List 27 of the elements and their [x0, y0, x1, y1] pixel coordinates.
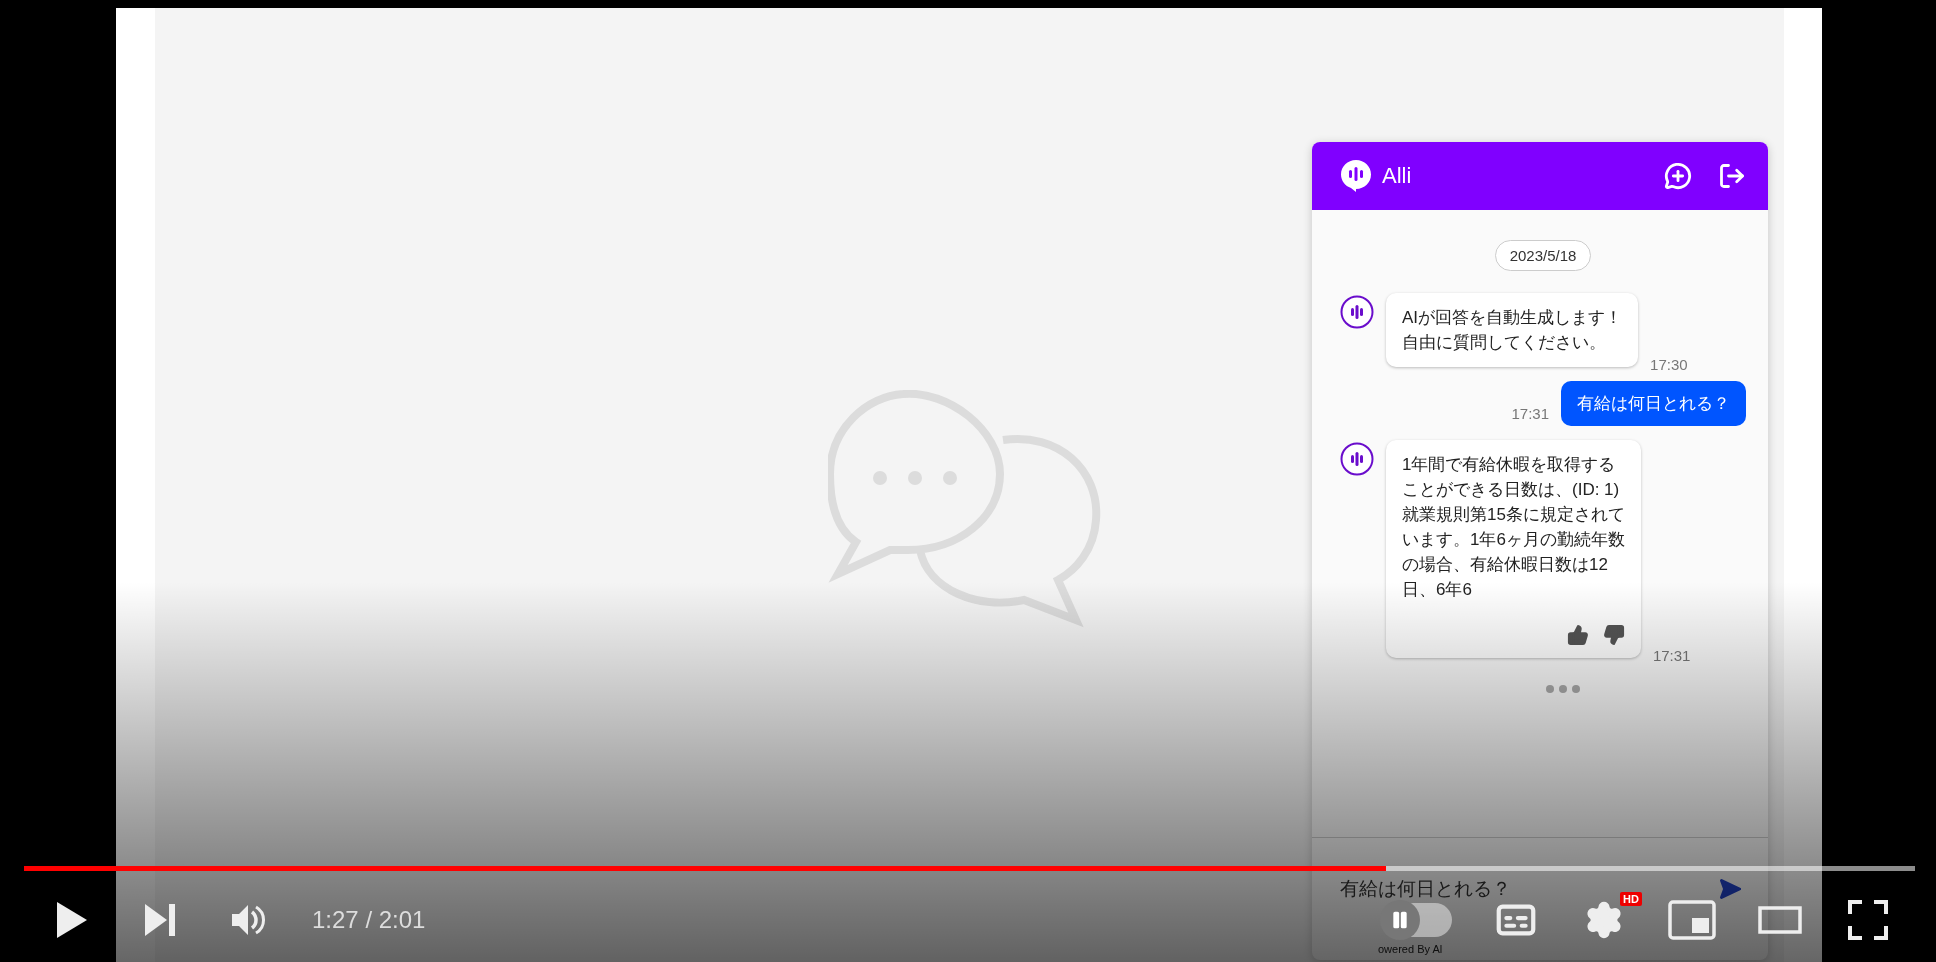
send-icon[interactable] [1718, 877, 1742, 901]
powered-by-text: owered By Al [1378, 943, 1443, 956]
bot-avatar-icon [1340, 295, 1374, 329]
message-text-line: の場合、有給休暇日数は12 [1402, 554, 1609, 576]
exit-icon[interactable] [1718, 162, 1746, 190]
message-text-line: 自由に質問してください。 [1402, 332, 1607, 354]
date-label: 2023/5/18 [1494, 240, 1592, 271]
thumbs-up-icon[interactable] [1566, 624, 1589, 646]
message-time: 17:30 [1650, 356, 1688, 373]
chat-logo-icon [1340, 159, 1372, 193]
message-text-line: います。1年6ヶ月の勤続年数 [1402, 529, 1625, 551]
pause-icon [1390, 910, 1410, 930]
new-chat-icon[interactable] [1664, 162, 1692, 190]
chat-title: Alli [1382, 163, 1413, 189]
bot-avatar-icon [1340, 442, 1374, 476]
autoplay-toggle[interactable] [1382, 903, 1452, 937]
message-text-line: ことができる日数は、(ID: 1) [1402, 479, 1621, 501]
message-text-line: 1年間で有給休暇を取得する [1402, 454, 1617, 476]
hd-badge: HD [1620, 892, 1642, 906]
message-time: 17:31 [1652, 647, 1691, 664]
time-display: 1:27 / 2:01 [312, 906, 426, 934]
message-time: 17:31 [1511, 405, 1549, 424]
message-text-line: AIが回答を自動生成します！ [1402, 307, 1623, 329]
thumbs-down-icon[interactable] [1602, 624, 1625, 646]
message-text-line: 有給は何日とれる？ [1577, 393, 1730, 415]
message-text-line: 就業規則第15条に規定されて [1402, 504, 1625, 526]
message-text-line: 日、6年6 [1402, 579, 1473, 601]
